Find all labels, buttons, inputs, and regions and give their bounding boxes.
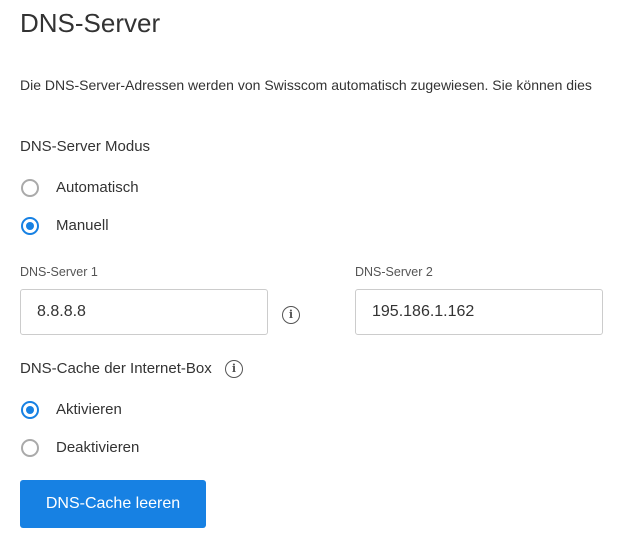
radio-automatisch-label[interactable]: Automatisch <box>56 179 139 196</box>
dns-server-2-input[interactable]: 195.186.1.162 <box>355 289 603 335</box>
radio-automatisch[interactable] <box>21 179 39 197</box>
dns-server-2-label: DNS-Server 2 <box>355 265 433 279</box>
page-title: DNS-Server <box>20 8 161 38</box>
dns-mode-label: DNS-Server Modus <box>20 138 151 155</box>
dns-server-1-label: DNS-Server 1 <box>20 265 98 279</box>
dns-cache-label: DNS-Cache der Internet-Box <box>20 360 212 377</box>
clear-dns-cache-button[interactable]: DNS-Cache leeren <box>20 480 206 528</box>
radio-deaktivieren-label[interactable]: Deaktivieren <box>56 439 139 456</box>
radio-aktivieren[interactable] <box>21 401 39 419</box>
description: Die DNS-Server-Adressen werden von Swiss… <box>20 77 592 93</box>
info-icon[interactable]: i <box>225 360 243 378</box>
radio-manuell-label[interactable]: Manuell <box>56 217 109 234</box>
radio-manuell[interactable] <box>21 217 39 235</box>
radio-aktivieren-label[interactable]: Aktivieren <box>56 401 122 418</box>
radio-deaktivieren[interactable] <box>21 439 39 457</box>
info-icon[interactable]: i <box>282 306 300 324</box>
dns-server-1-input[interactable]: 8.8.8.8 <box>20 289 268 335</box>
